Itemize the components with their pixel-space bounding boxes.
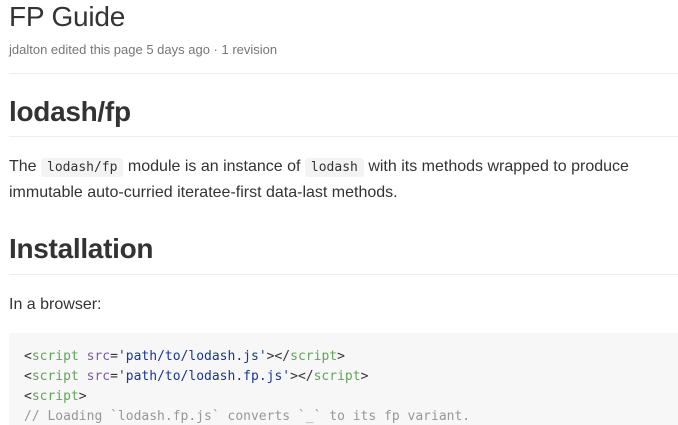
- code-token: =: [110, 349, 118, 364]
- code-token: ></: [266, 349, 291, 364]
- code-token: >: [78, 389, 87, 404]
- code-comment: // Loading `lodash.fp.js` converts `_` t…: [24, 409, 471, 424]
- page-title: FP Guide: [9, 1, 126, 32]
- code-line-2: <script src='path/to/lodash.fp.js'></scr…: [24, 367, 368, 387]
- intro-paragraph: The lodash/fp module is an instance of l…: [9, 154, 668, 205]
- heading-lodash-fp: lodash/fp: [9, 96, 131, 127]
- page-meta: jdalton edited this page 5 days ago · 1 …: [9, 42, 278, 57]
- code-line-4: // Loading `lodash.fp.js` converts `_` t…: [24, 407, 470, 425]
- heading-lodash-fp-divider: [9, 136, 678, 137]
- code-token-tag: script: [31, 369, 79, 384]
- code-token: >: [337, 349, 345, 364]
- code-token: <: [24, 349, 32, 364]
- code-token: =: [110, 369, 118, 384]
- code-token: <: [24, 389, 32, 404]
- code-token: ></: [290, 369, 314, 384]
- heading-installation-divider: [9, 274, 678, 275]
- code-token-string: 'path/to/lodash.fp.js': [117, 369, 291, 384]
- inline-code-lodash: lodash: [304, 158, 364, 177]
- code-token-attr: src: [86, 369, 111, 384]
- code-line-3: <script>: [24, 387, 87, 407]
- header-divider: [9, 73, 678, 74]
- code-token-tag: script: [313, 369, 361, 384]
- code-token: >: [360, 369, 369, 384]
- code-token-tag: script: [31, 349, 79, 364]
- code-token-string: 'path/to/lodash.js': [117, 349, 267, 364]
- code-token-attr: src: [86, 349, 111, 364]
- wiki-page: FP Guide jdalton edited this page 5 days…: [9, 0, 678, 425]
- heading-installation: Installation: [9, 233, 154, 264]
- code-token: <: [24, 369, 32, 384]
- code-token-tag: script: [290, 349, 338, 364]
- browser-label: In a browser:: [9, 296, 102, 313]
- code-block: <script src='path/to/lodash.js'></script…: [9, 333, 678, 425]
- inline-code-lodash-fp: lodash/fp: [41, 158, 124, 177]
- code-token-tag: script: [31, 389, 79, 404]
- code-line-1: <script src='path/to/lodash.js'></script…: [24, 347, 345, 367]
- intro-text-mid: module is an instance of: [123, 158, 305, 175]
- intro-text-pre: The: [9, 158, 42, 175]
